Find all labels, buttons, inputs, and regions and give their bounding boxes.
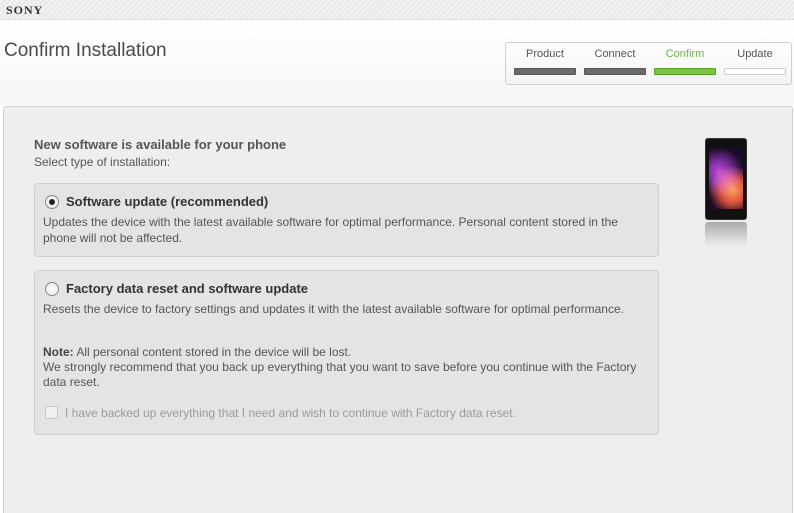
step-bar — [654, 68, 716, 75]
step-product: Product — [514, 43, 576, 86]
phone-image-icon — [705, 138, 747, 220]
step-update: Update — [724, 43, 786, 86]
option-title[interactable]: Factory data reset and software update — [66, 281, 308, 296]
intro-subtitle: Select type of installation: — [34, 155, 171, 169]
top-bar: SONY — [0, 0, 794, 20]
option-factory-reset[interactable]: Factory data reset and software update R… — [34, 270, 659, 435]
phone-reflection — [705, 222, 747, 246]
radio-factory-reset[interactable] — [45, 282, 59, 296]
step-confirm: Confirm — [654, 43, 716, 86]
step-label: Connect — [594, 48, 636, 60]
step-bar — [724, 68, 786, 75]
option-description: Updates the device with the latest avail… — [43, 215, 618, 245]
option-title[interactable]: Software update (recommended) — [66, 194, 268, 209]
note-label: Note: — [43, 345, 74, 359]
step-connect: Connect — [584, 43, 646, 86]
intro-title: New software is available for your phone — [34, 137, 287, 152]
step-label: Product — [526, 48, 564, 60]
backup-confirm-label: I have backed up everything that I need … — [65, 406, 516, 420]
phone-screen — [709, 147, 743, 209]
step-label: Confirm — [665, 48, 705, 60]
option-software-update[interactable]: Software update (recommended) Updates th… — [34, 183, 659, 257]
step-bar — [514, 68, 576, 75]
backup-confirm-checkbox[interactable] — [45, 406, 58, 419]
progress-steps: Product Connect Confirm Update — [505, 42, 792, 85]
note-text: All personal content stored in the devic… — [76, 345, 352, 359]
step-bar — [584, 68, 646, 75]
radio-software-update[interactable] — [45, 195, 59, 209]
page-title: Confirm Installation — [4, 40, 167, 61]
note-text-2: We strongly recommend that you back up e… — [43, 360, 637, 389]
brand-logo: SONY — [6, 3, 44, 17]
step-label: Update — [737, 48, 773, 60]
option-description: Resets the device to factory settings an… — [43, 302, 624, 316]
warning-note: Note: All personal content stored in the… — [43, 345, 653, 390]
